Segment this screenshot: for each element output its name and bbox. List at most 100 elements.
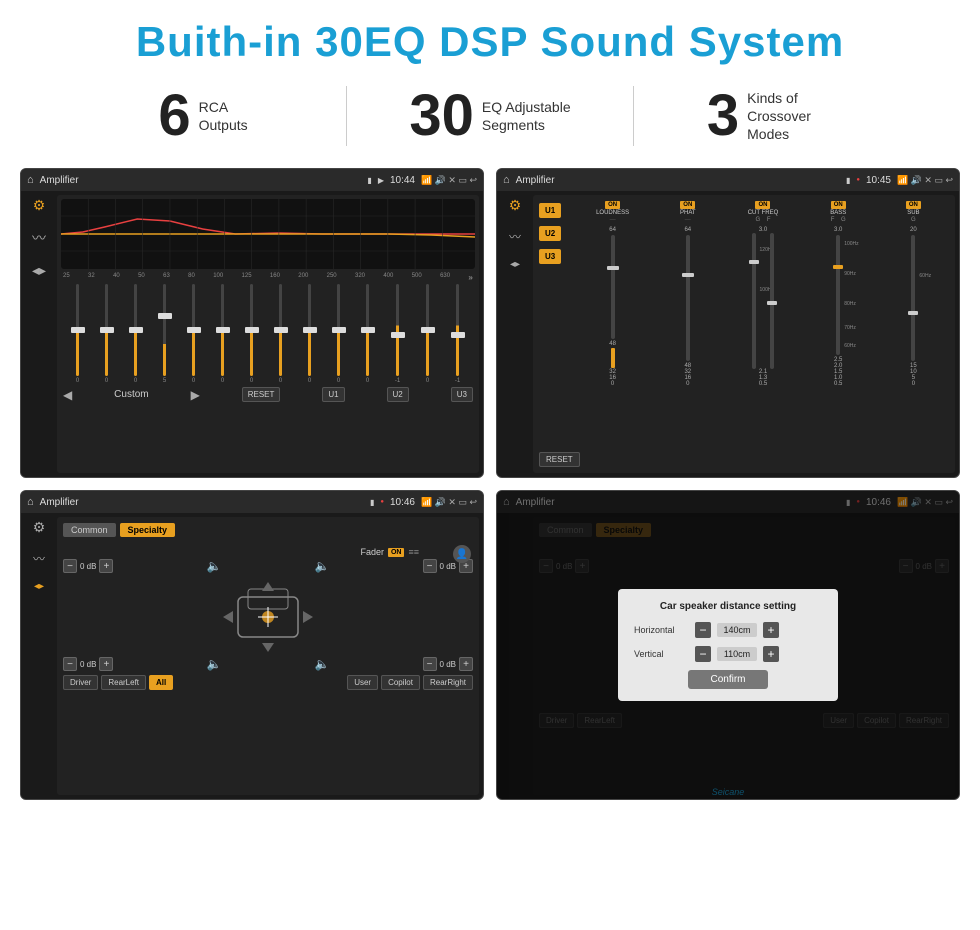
value-br: 0 dB bbox=[440, 660, 456, 669]
balance-icon-3[interactable]: ◂▸ bbox=[34, 581, 44, 592]
eq-band-3[interactable]: 0 bbox=[134, 284, 137, 384]
bass-on[interactable]: ON bbox=[831, 201, 846, 209]
cutfreq-slider[interactable]: 3.0 120Hz 100Hz bbox=[727, 227, 798, 387]
eq-band-6[interactable]: 0 bbox=[221, 284, 224, 384]
settings-icon-3[interactable]: ⚙ bbox=[33, 519, 46, 536]
eq-band-13[interactable]: 0 bbox=[426, 284, 429, 384]
amp-controls: ON LOUDNESS — ON PHAT — ON C bbox=[577, 201, 949, 387]
screen-amp: ⌂ Amplifier ▮ ● 10:45 📶 🔊 ✕ ▭ ↩ ⚙ 〰 ◂▸ bbox=[496, 168, 960, 478]
eq-band-10[interactable]: 0 bbox=[337, 284, 340, 384]
dialog-horizontal-row: Horizontal − 140cm + bbox=[634, 622, 822, 638]
loudness-on[interactable]: ON bbox=[605, 201, 620, 209]
eq-band-4[interactable]: 5 bbox=[163, 284, 166, 384]
zone-copilot[interactable]: Copilot bbox=[381, 675, 420, 690]
phat-label: PHAT bbox=[680, 210, 696, 216]
zone-rearright[interactable]: RearRight bbox=[423, 675, 473, 690]
eq-content: ⚙ 〰 ◂▸ bbox=[21, 191, 483, 477]
bass-label: BASS bbox=[830, 210, 846, 216]
plus-br[interactable]: + bbox=[459, 657, 473, 671]
plus-tl[interactable]: + bbox=[99, 559, 113, 573]
tab-common[interactable]: Common bbox=[63, 523, 116, 537]
eq-band-9[interactable]: 0 bbox=[308, 284, 311, 384]
zone-driver[interactable]: Driver bbox=[63, 675, 98, 690]
fader-content: ⚙ 〰 ◂▸ Common Specialty Fader ON ≡≡ bbox=[21, 513, 483, 799]
next-button[interactable]: ▶ bbox=[191, 388, 200, 402]
cutfreq-on[interactable]: ON bbox=[755, 201, 770, 209]
reset-button[interactable]: RESET bbox=[242, 387, 281, 402]
minus-tl[interactable]: − bbox=[63, 559, 77, 573]
minus-tr[interactable]: − bbox=[423, 559, 437, 573]
screen-amp-time: 10:45 bbox=[866, 175, 891, 186]
u3-button[interactable]: U3 bbox=[451, 387, 473, 402]
minus-bl[interactable]: − bbox=[63, 657, 77, 671]
eq-band-2[interactable]: 0 bbox=[105, 284, 108, 384]
speaker-icon-bl: 🔈 bbox=[207, 657, 222, 671]
prev-button[interactable]: ◀ bbox=[63, 388, 72, 402]
dialog-overlay: Car speaker distance setting Horizontal … bbox=[497, 491, 959, 799]
dot-icon: ● bbox=[856, 177, 860, 183]
dialog-vertical-minus[interactable]: − bbox=[695, 646, 711, 662]
stat-eq-number: 30 bbox=[409, 87, 474, 145]
eq-band-5[interactable]: 0 bbox=[192, 284, 195, 384]
sub-ctrl: ON SUB G bbox=[878, 201, 949, 223]
screen-amp-topbar: ⌂ Amplifier ▮ ● 10:45 📶 🔊 ✕ ▭ ↩ bbox=[497, 169, 959, 191]
home-icon-2[interactable]: ⌂ bbox=[503, 174, 510, 186]
dialog-horizontal-minus[interactable]: − bbox=[695, 622, 711, 638]
eq-band-7[interactable]: 0 bbox=[250, 284, 253, 384]
minus-br[interactable]: − bbox=[423, 657, 437, 671]
amp-sidebar: ⚙ 〰 ◂▸ bbox=[497, 191, 533, 477]
speaker-icon-tl: 🔈 bbox=[207, 559, 222, 573]
screen-eq-time: 10:44 bbox=[390, 175, 415, 186]
plus-bl[interactable]: + bbox=[99, 657, 113, 671]
u2-button[interactable]: U2 bbox=[387, 387, 409, 402]
dialog-horizontal-value: 140cm bbox=[717, 623, 757, 637]
balance-icon[interactable]: ◂▸ bbox=[32, 262, 46, 279]
eq-sliders: 0 0 0 bbox=[61, 284, 475, 384]
u1-preset[interactable]: U1 bbox=[539, 203, 561, 218]
home-icon-3[interactable]: ⌂ bbox=[27, 496, 34, 508]
stat-eq-label: EQ AdjustableSegments bbox=[482, 98, 571, 134]
wave-icon-3[interactable]: 〰 bbox=[33, 550, 45, 567]
u2-preset[interactable]: U2 bbox=[539, 226, 561, 241]
zone-rearleft[interactable]: RearLeft bbox=[101, 675, 146, 690]
eq-band-1[interactable]: 0 bbox=[76, 284, 79, 384]
dialog-horizontal-plus[interactable]: + bbox=[763, 622, 779, 638]
value-tl: 0 dB bbox=[80, 562, 96, 571]
screens-grid: ⌂ Amplifier ▮ ▶ 10:44 📶 🔊 ✕ ▭ ↩ ⚙ 〰 ◂▸ bbox=[0, 162, 980, 810]
phat-ctrl: ON PHAT — bbox=[652, 201, 723, 223]
u1-button[interactable]: U1 bbox=[322, 387, 344, 402]
tab-specialty[interactable]: Specialty bbox=[120, 523, 176, 537]
dialog-vertical-value: 110cm bbox=[717, 647, 757, 661]
bass-slider[interactable]: 3.0 100Hz 90Hz 80Hz 70Hz 60Hz 2.5 bbox=[803, 227, 874, 387]
settings-icon-2[interactable]: ⚙ bbox=[509, 197, 522, 214]
zone-user[interactable]: User bbox=[347, 675, 378, 690]
balance-icon-2[interactable]: ◂▸ bbox=[510, 259, 520, 270]
stat-crossover-number: 3 bbox=[707, 87, 739, 145]
speaker-distance-dialog: Car speaker distance setting Horizontal … bbox=[618, 589, 838, 701]
eq-band-8[interactable]: 0 bbox=[279, 284, 282, 384]
phat-slider[interactable]: 64 48 32 16 0 bbox=[652, 227, 723, 387]
wave-icon-2[interactable]: 〰 bbox=[509, 228, 521, 245]
home-icon[interactable]: ⌂ bbox=[27, 174, 34, 186]
fader-on-badge: ON bbox=[388, 548, 405, 557]
phat-on[interactable]: ON bbox=[680, 201, 695, 209]
amp-reset-button[interactable]: RESET bbox=[539, 452, 580, 467]
stat-rca-number: 6 bbox=[158, 87, 190, 145]
settings-icon[interactable]: ⚙ bbox=[33, 197, 46, 214]
eq-band-12[interactable]: -1 bbox=[395, 284, 400, 384]
screen-eq: ⌂ Amplifier ▮ ▶ 10:44 📶 🔊 ✕ ▭ ↩ ⚙ 〰 ◂▸ bbox=[20, 168, 484, 478]
speaker-bottom-row: − 0 dB + 🔈 🔈 − 0 dB + bbox=[63, 657, 473, 671]
wave-icon[interactable]: 〰 bbox=[32, 228, 46, 248]
confirm-button[interactable]: Confirm bbox=[688, 670, 768, 689]
zone-all[interactable]: All bbox=[149, 675, 173, 690]
eq-band-11[interactable]: 0 bbox=[366, 284, 369, 384]
u3-preset[interactable]: U3 bbox=[539, 249, 561, 264]
user-icon[interactable]: 👤 bbox=[453, 545, 471, 563]
bass-ctrl: ON BASS F G bbox=[803, 201, 874, 223]
sub-on[interactable]: ON bbox=[906, 201, 921, 209]
sub-slider[interactable]: 20 60Hz 15 10 5 0 bbox=[878, 227, 949, 387]
loudness-slider[interactable]: 64 48 32 16 0 bbox=[577, 227, 648, 387]
page-title: Buith-in 30EQ DSP Sound System bbox=[0, 18, 980, 66]
dialog-vertical-plus[interactable]: + bbox=[763, 646, 779, 662]
eq-band-14[interactable]: -1 bbox=[455, 284, 460, 384]
